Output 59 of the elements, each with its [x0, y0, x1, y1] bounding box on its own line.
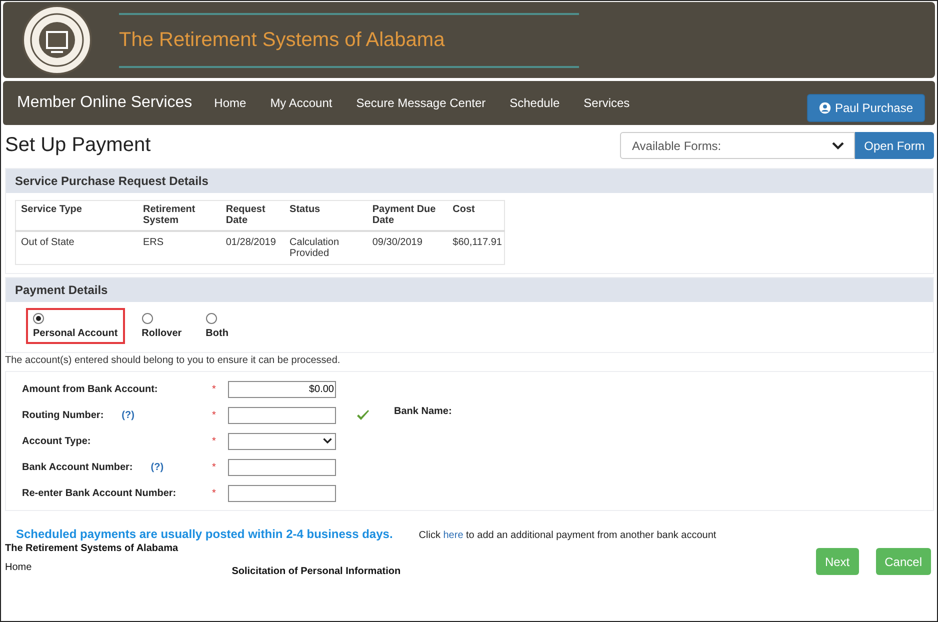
- column-header: Payment Due Date: [370, 200, 451, 231]
- table-cell: $60,117.91: [450, 231, 504, 264]
- required-mark: *: [212, 462, 217, 472]
- field-label: Account Type:: [22, 436, 91, 446]
- info-text: The account(s) entered should belong to you to ensure it can be processed.: [4, 354, 342, 368]
- field-label: Routing Number:: [22, 410, 104, 420]
- forms-dropdown[interactable]: Available Forms:: [620, 132, 855, 159]
- help-link[interactable]: (?): [122, 410, 134, 420]
- column-header: Cost: [450, 200, 504, 231]
- here-link[interactable]: here: [443, 530, 464, 541]
- field-label: Amount from Bank Account:: [22, 384, 158, 394]
- account-type-dropdown[interactable]: [228, 432, 336, 450]
- nav-link[interactable]: Secure Message Center: [356, 96, 486, 110]
- column-header: Status: [288, 200, 370, 231]
- help-link[interactable]: (?): [150, 462, 164, 472]
- schedule-note: Scheduled payments are usually posted within 2-4 business days.: [16, 527, 393, 541]
- required-mark: *: [212, 384, 217, 394]
- nav-link[interactable]: Services: [584, 96, 630, 110]
- table-cell: Calculation Provided: [288, 231, 370, 264]
- required-mark: *: [212, 436, 217, 446]
- radio-button[interactable]: [142, 313, 153, 324]
- radio-option[interactable]: Rollover: [134, 308, 189, 344]
- user-button[interactable]: Paul Purchase: [806, 94, 925, 122]
- add-payment-text: Click here to add an additional payment from another bank account: [418, 530, 716, 541]
- table-cell: 01/28/2019: [224, 231, 288, 264]
- section-heading: Payment Details: [6, 278, 933, 302]
- input-field[interactable]: $0.00: [228, 380, 336, 398]
- radio-option[interactable]: Personal Account: [26, 308, 125, 344]
- table-cell: Out of State: [16, 231, 141, 264]
- radio-option[interactable]: Both: [198, 308, 236, 344]
- page-title: Set Up Payment: [5, 134, 151, 157]
- nav-link[interactable]: Schedule: [510, 96, 560, 110]
- radio-button[interactable]: [206, 313, 217, 324]
- footer-title: The Retirement Systems of Alabama: [5, 543, 180, 554]
- field-label: Re-enter Bank Account Number:: [22, 488, 176, 498]
- table-cell: 09/30/2019: [370, 231, 451, 264]
- column-header: Request Date: [224, 200, 288, 231]
- nav-link[interactable]: Home: [214, 96, 246, 110]
- required-mark: *: [212, 488, 217, 498]
- input-field[interactable]: [228, 484, 336, 502]
- brand-link[interactable]: Member Online Services: [17, 94, 192, 112]
- radio-button[interactable]: [33, 313, 44, 324]
- footer-link[interactable]: Home: [5, 562, 32, 573]
- nav-link[interactable]: My Account: [270, 96, 332, 110]
- input-field[interactable]: [228, 458, 336, 476]
- footer-heading: Solicitation of Personal Information: [232, 566, 401, 577]
- table-cell: ERS: [141, 231, 224, 264]
- section-heading: Service Purchase Request Details: [6, 169, 933, 193]
- field-label: Bank Name:: [394, 406, 452, 417]
- user-icon: [818, 102, 831, 114]
- required-mark: *: [212, 410, 217, 420]
- chevron-down-icon: [832, 142, 844, 150]
- open-form-button[interactable]: Open Form: [855, 132, 934, 159]
- column-header: Retirement System: [141, 200, 224, 231]
- site-title: The Retirement Systems of Alabama: [119, 28, 446, 52]
- chevron-down-icon: [323, 438, 332, 444]
- input-field[interactable]: [228, 406, 336, 424]
- column-header: Service Type: [16, 200, 141, 231]
- field-label: Bank Account Number:: [22, 462, 133, 472]
